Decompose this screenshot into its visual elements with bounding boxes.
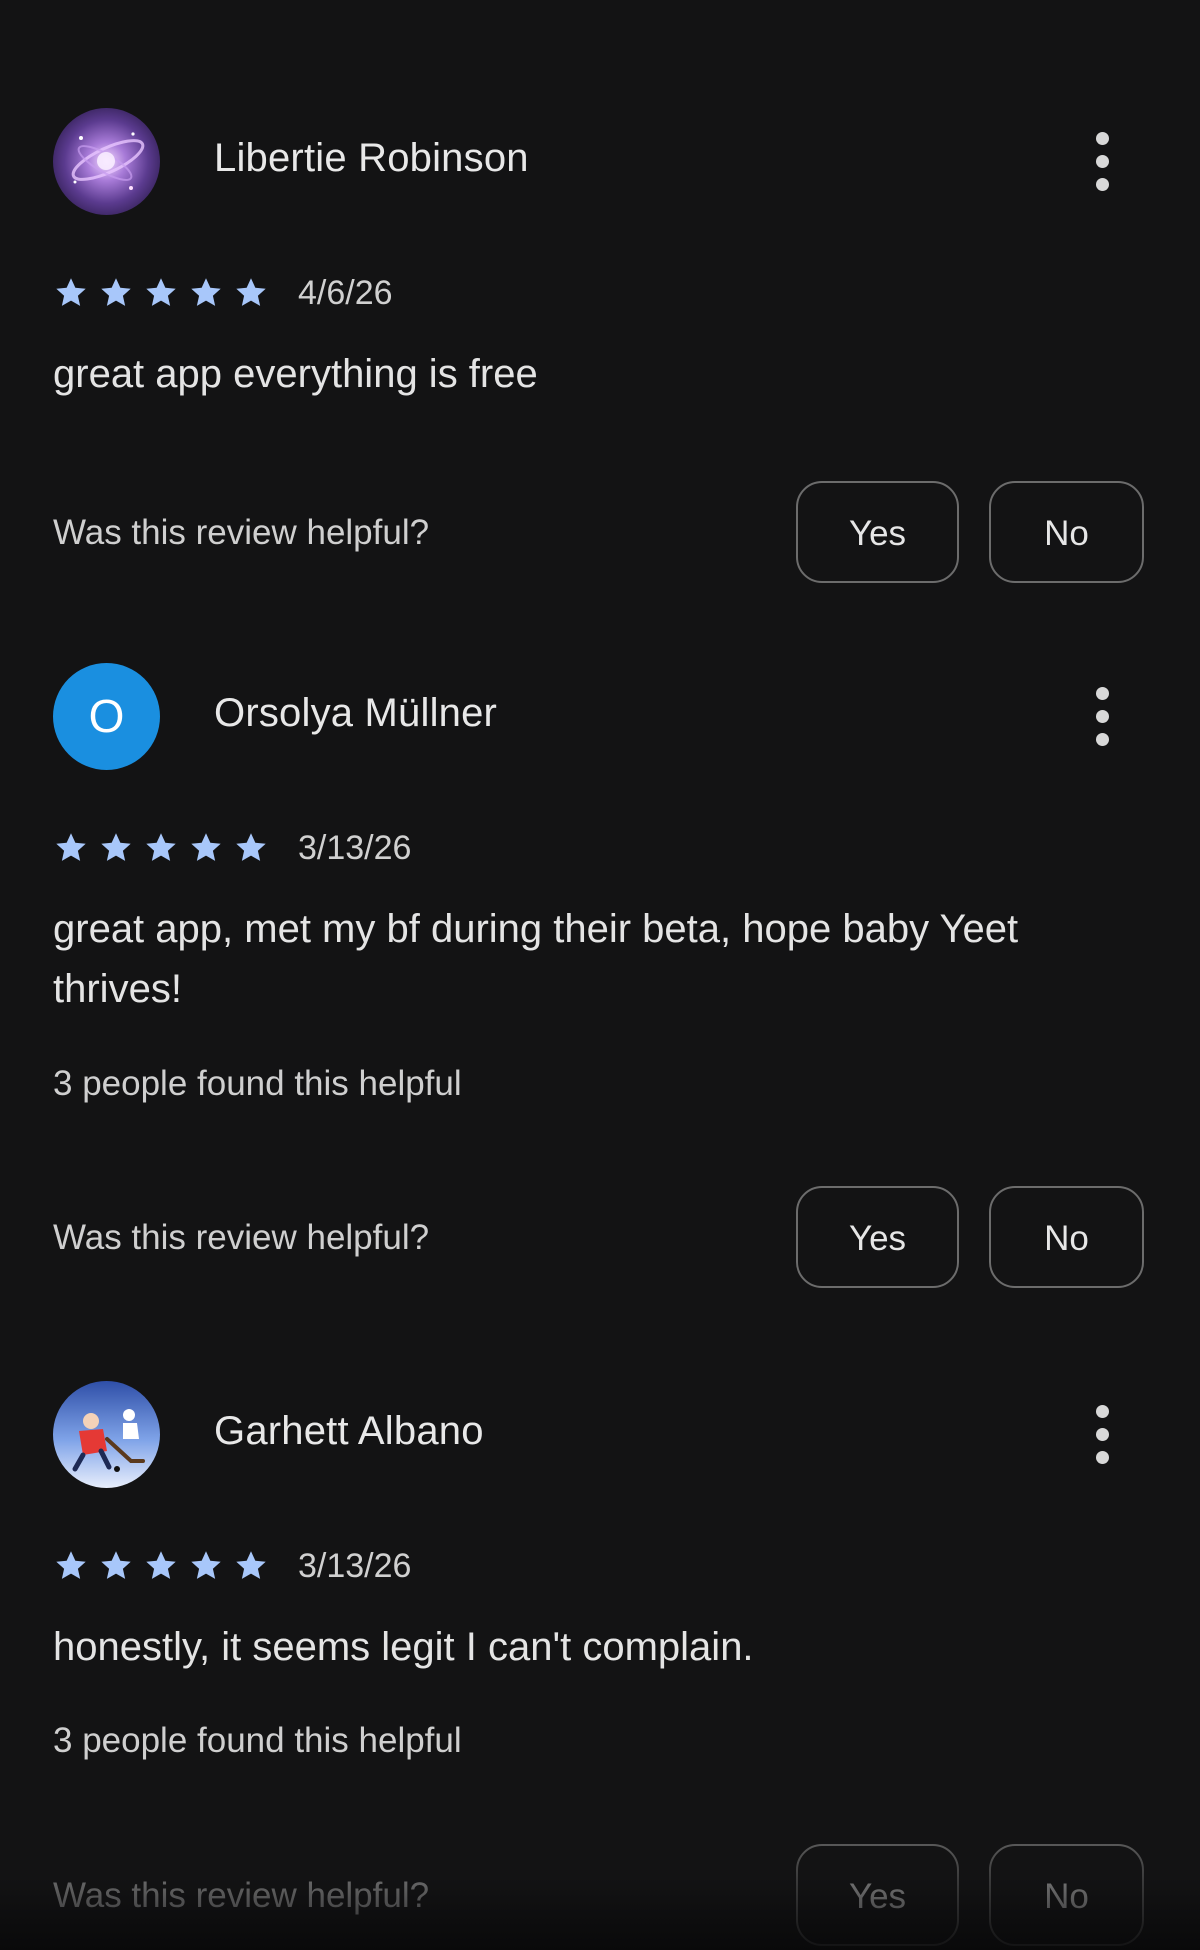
more-dot: [1096, 155, 1109, 168]
review-card: Garhett Albano 3/13/26 honestly, it seem…: [0, 1381, 1200, 1950]
star-rating: [53, 1548, 278, 1584]
reviewer-name: Libertie Robinson: [214, 136, 529, 180]
galaxy-avatar-icon: [53, 108, 160, 215]
no-button[interactable]: No: [989, 1844, 1144, 1946]
star-icon: [53, 1548, 89, 1584]
review-header: Garhett Albano: [53, 1381, 1153, 1488]
star-icon: [188, 830, 224, 866]
review-header: O Orsolya Müllner: [53, 663, 1153, 770]
more-dot: [1096, 1451, 1109, 1464]
star-icon: [233, 1548, 269, 1584]
more-dot: [1096, 733, 1109, 746]
helpful-row: Was this review helpful? Yes No: [53, 1844, 1145, 1950]
rating-row: 3/13/26: [53, 1546, 653, 1586]
more-options-icon[interactable]: [1083, 128, 1123, 194]
star-icon: [143, 1548, 179, 1584]
star-icon: [188, 275, 224, 311]
avatar[interactable]: [53, 1381, 160, 1488]
star-icon: [98, 275, 134, 311]
review-date: 3/13/26: [298, 1547, 412, 1585]
star-icon: [143, 830, 179, 866]
review-text: great app everything is free: [53, 352, 538, 396]
avatar[interactable]: [53, 108, 160, 215]
star-icon: [188, 1548, 224, 1584]
helpful-count: 3 people found this helpful: [53, 1721, 462, 1760]
avatar[interactable]: O: [53, 663, 160, 770]
more-dot: [1096, 1405, 1109, 1418]
no-button[interactable]: No: [989, 481, 1144, 583]
rating-row: 4/6/26: [53, 273, 653, 313]
star-icon: [233, 275, 269, 311]
star-rating: [53, 275, 278, 311]
star-icon: [53, 830, 89, 866]
reviewer-name: Garhett Albano: [214, 1409, 484, 1453]
star-icon: [53, 275, 89, 311]
hockey-avatar-icon: [53, 1381, 160, 1488]
helpful-question: Was this review helpful?: [53, 513, 430, 552]
review-date: 3/13/26: [298, 829, 412, 867]
reviewer-name: Orsolya Müllner: [214, 691, 498, 735]
review-text: honestly, it seems legit I can't complai…: [53, 1625, 754, 1669]
reviews-page: Libertie Robinson 4/6/26 great app every…: [0, 0, 1200, 1950]
more-dot: [1096, 710, 1109, 723]
review-header: Libertie Robinson: [53, 108, 1153, 215]
more-dot: [1096, 687, 1109, 700]
more-dot: [1096, 178, 1109, 191]
star-rating: [53, 830, 278, 866]
more-dot: [1096, 1428, 1109, 1441]
helpful-row: Was this review helpful? Yes No: [53, 481, 1145, 587]
star-icon: [98, 1548, 134, 1584]
yes-button[interactable]: Yes: [796, 1186, 959, 1288]
helpful-row: Was this review helpful? Yes No: [53, 1186, 1145, 1292]
review-text: great app, met my bf during their beta, …: [53, 907, 1019, 1011]
star-icon: [98, 830, 134, 866]
review-date: 4/6/26: [298, 274, 393, 312]
helpful-count: 3 people found this helpful: [53, 1064, 462, 1103]
more-options-icon[interactable]: [1083, 1401, 1123, 1467]
rating-row: 3/13/26: [53, 828, 653, 868]
yes-button[interactable]: Yes: [796, 1844, 959, 1946]
star-icon: [143, 275, 179, 311]
more-options-icon[interactable]: [1083, 683, 1123, 749]
yes-button[interactable]: Yes: [796, 481, 959, 583]
helpful-question: Was this review helpful?: [53, 1218, 430, 1257]
more-dot: [1096, 132, 1109, 145]
no-button[interactable]: No: [989, 1186, 1144, 1288]
helpful-question: Was this review helpful?: [53, 1876, 430, 1915]
review-card: Libertie Robinson 4/6/26 great app every…: [0, 108, 1200, 598]
review-card: O Orsolya Müllner 3/13/26 great app, met…: [0, 663, 1200, 1303]
star-icon: [233, 830, 269, 866]
